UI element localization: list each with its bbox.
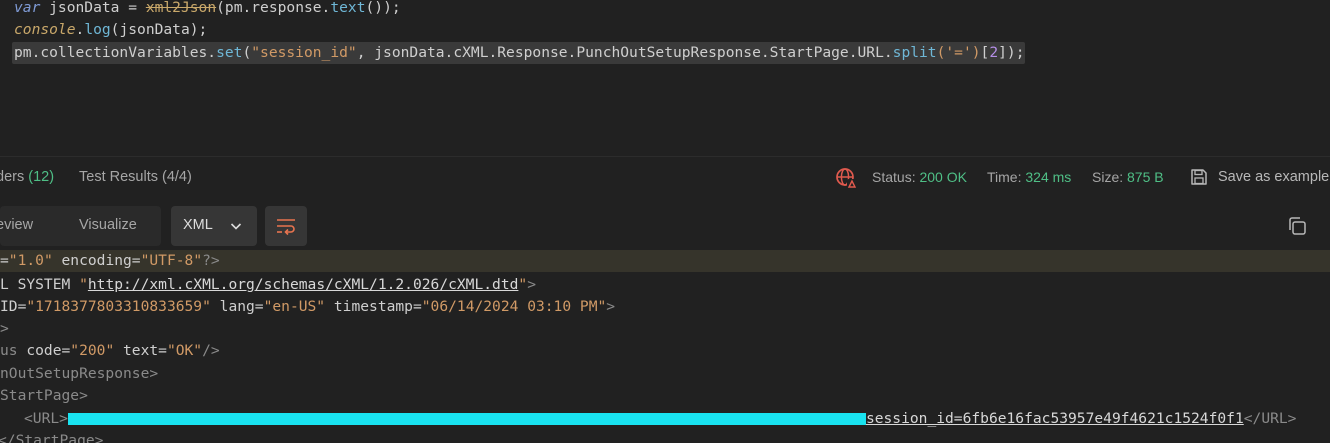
session-url-link[interactable]: session_id=6fb6e16fac53957e49f4621c1524f… xyxy=(866,410,1244,427)
response-status[interactable]: Status: 200 OK xyxy=(872,169,967,185)
xml-line-3: ID="1718377803310833659" lang="en-US" ti… xyxy=(0,298,616,315)
redacted-url xyxy=(67,413,866,425)
view-visualize-button[interactable]: Visualize xyxy=(79,217,137,233)
response-toolbar: ders (12) Test Results (4/4) Status: 200… xyxy=(0,156,1330,196)
chevron-down-icon xyxy=(229,219,243,233)
test-script-editor[interactable]: var jsonData = xml2Json(pm.response.text… xyxy=(0,0,1330,156)
wrap-lines-icon xyxy=(275,215,297,237)
xml-line-7: StartPage> xyxy=(0,387,88,404)
tab-test-results[interactable]: Test Results (4/4) xyxy=(79,169,192,185)
code-keyword: var xyxy=(14,0,41,16)
xml-line-1: ="1.0" encoding="UTF-8"?> xyxy=(0,250,1330,272)
code-line-2: console.log(jsonData); xyxy=(14,21,208,38)
format-select[interactable]: XML xyxy=(171,206,257,246)
response-size[interactable]: Size: 875 B xyxy=(1092,169,1164,185)
copy-icon[interactable] xyxy=(1286,215,1308,237)
network-globe-icon[interactable] xyxy=(834,166,858,190)
xml-line-2: L SYSTEM "http://xml.cXML.org/schemas/cX… xyxy=(0,276,536,293)
xml-line-8: <URL> session_id=6fb6e16fac53957e49f4621c… xyxy=(24,410,1297,427)
deprecated-function: xml2Json xyxy=(145,0,217,16)
wrap-lines-button[interactable] xyxy=(265,206,307,246)
xml-line-5: us code="200" text="OK"/> xyxy=(0,342,220,359)
response-body-xml[interactable]: ="1.0" encoding="UTF-8"?> L SYSTEM "http… xyxy=(0,250,1330,443)
xml-line-9: </StartPage> xyxy=(0,432,104,443)
response-view-controls: eview Visualize XML xyxy=(0,204,1330,246)
xml-line-4: > xyxy=(0,320,9,337)
dtd-link[interactable]: http://xml.cXML.org/schemas/cXML/1.2.026… xyxy=(88,276,519,293)
response-time[interactable]: Time: 324 ms xyxy=(987,169,1071,185)
save-icon xyxy=(1189,167,1209,187)
xml-line-6: nOutSetupResponse> xyxy=(0,365,159,382)
view-mode-segment: eview Visualize xyxy=(0,206,161,246)
tab-headers[interactable]: ders (12) xyxy=(0,169,54,185)
code-line-3-selected: pm.collectionVariables.set("session_id",… xyxy=(12,42,1025,64)
view-preview-button[interactable]: eview xyxy=(0,217,33,233)
code-line-1: var jsonData = xml2Json(pm.response.text… xyxy=(14,0,401,16)
